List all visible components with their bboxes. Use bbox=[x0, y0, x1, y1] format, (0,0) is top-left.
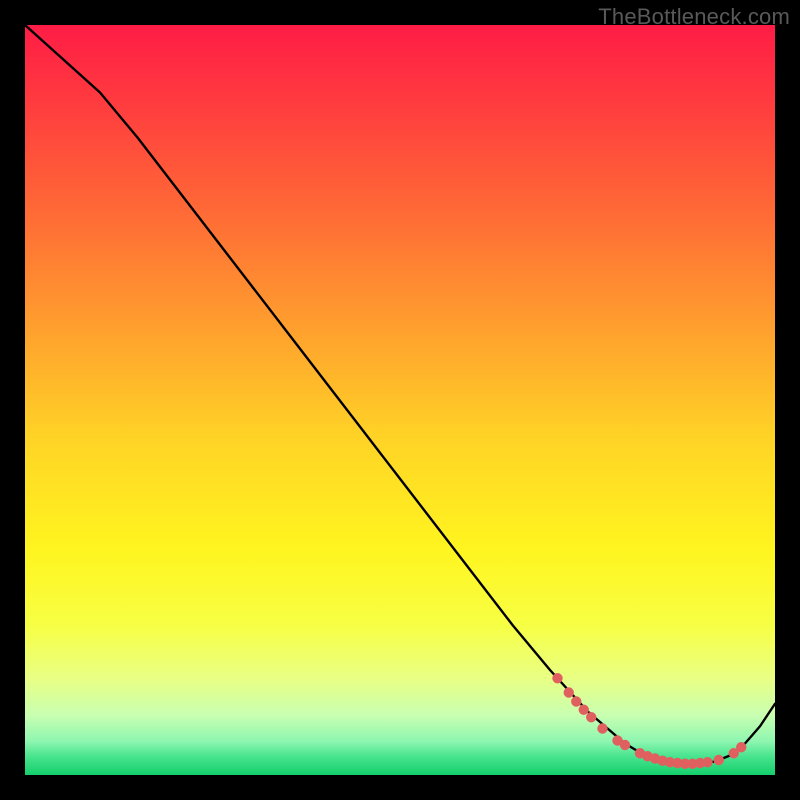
marker-dot bbox=[564, 687, 574, 697]
marker-dot bbox=[571, 696, 581, 706]
marker-dot bbox=[620, 740, 630, 750]
bottleneck-chart bbox=[25, 25, 775, 775]
marker-dot bbox=[714, 755, 724, 765]
marker-dot bbox=[579, 705, 589, 715]
marker-dot bbox=[736, 742, 746, 752]
marker-dot bbox=[702, 757, 712, 767]
marker-dot bbox=[552, 673, 562, 683]
marker-dot bbox=[597, 723, 607, 733]
chart-frame: TheBottleneck.com bbox=[0, 0, 800, 800]
marker-dot bbox=[586, 712, 596, 722]
